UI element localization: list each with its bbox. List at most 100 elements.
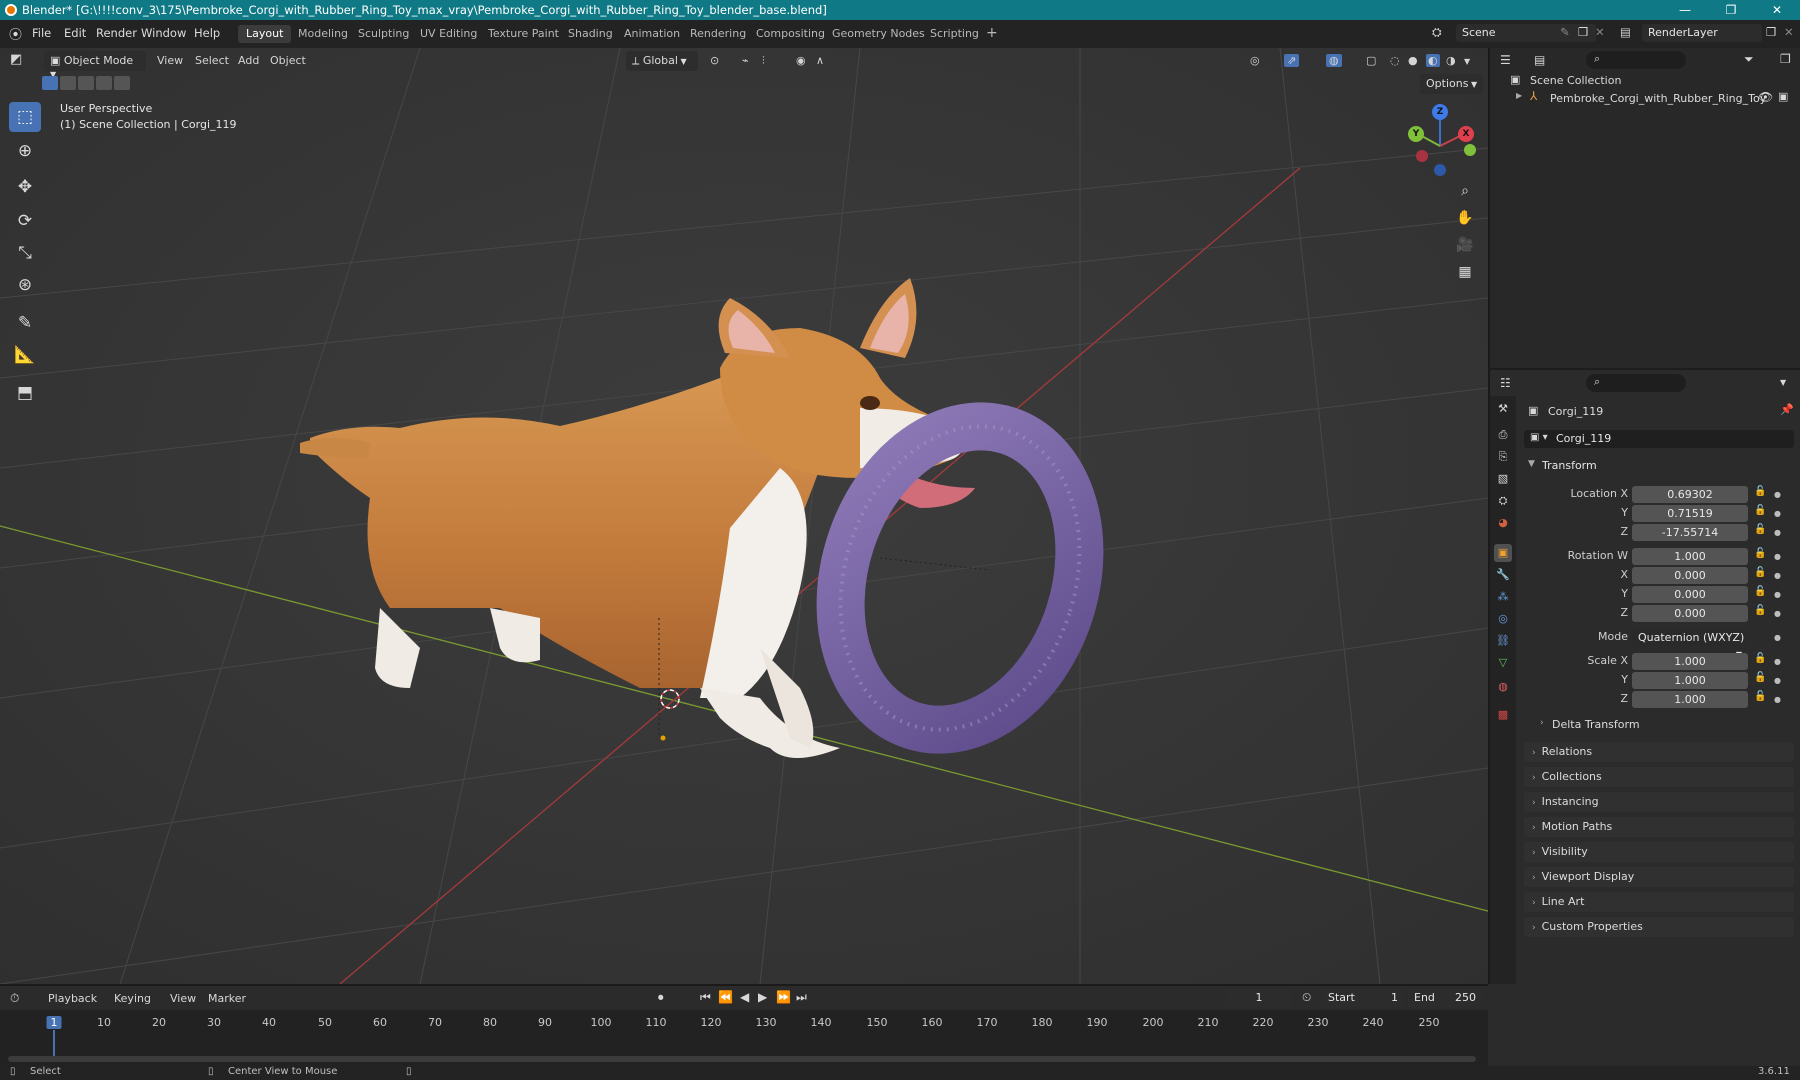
render-layer-selector[interactable]: RenderLayer — [1642, 24, 1762, 42]
new-scene-icon[interactable]: ❐ — [1578, 25, 1588, 39]
menu-add[interactable]: Add — [238, 54, 259, 67]
cursor-tool[interactable]: ⊕ — [9, 136, 41, 166]
texture-tab-icon[interactable]: ▩ — [1494, 706, 1512, 724]
move-tool[interactable]: ✥ — [9, 172, 41, 202]
rotation-x-field[interactable]: 0.000 — [1632, 567, 1748, 584]
custom-properties-panel-header[interactable]: › Custom Properties — [1524, 917, 1794, 937]
add-cube-tool[interactable]: ⬒ — [9, 378, 41, 408]
location-y-field[interactable]: 0.71519 — [1632, 505, 1748, 522]
collections-panel-header[interactable]: › Collections — [1524, 767, 1794, 787]
keyframe-dot-icon[interactable]: ● — [1774, 571, 1781, 580]
location-x-field[interactable]: 0.69302 — [1632, 486, 1748, 503]
tab-sculpting[interactable]: Sculpting — [350, 25, 417, 43]
menu-select[interactable]: Select — [195, 54, 229, 67]
maximize-button[interactable]: ❐ — [1708, 0, 1754, 20]
camera-view-icon[interactable]: 🎥 — [1452, 232, 1478, 258]
keyframe-dot-icon[interactable]: ● — [1774, 528, 1781, 537]
timeline-scrollbar[interactable] — [8, 1056, 1476, 1062]
material-shading-icon[interactable]: ◐ — [1426, 54, 1440, 67]
select-box-tool[interactable]: ⬚ — [9, 102, 41, 132]
outliner-object-label[interactable]: Pembroke_Corgi_with_Rubber_Ring_Toy — [1550, 92, 1766, 105]
menu-object[interactable]: Object — [270, 54, 306, 67]
instancing-panel-header[interactable]: › Instancing — [1524, 792, 1794, 812]
camera-render-icon[interactable]: ▣ — [1778, 90, 1788, 103]
tab-texture-paint[interactable]: Texture Paint — [480, 25, 567, 43]
expand-arrow-icon[interactable]: ▶ — [1516, 91, 1522, 100]
gizmo-neg-y[interactable] — [1464, 144, 1476, 156]
lock-icon[interactable]: 🔓 — [1754, 486, 1766, 497]
blender-menu-icon[interactable]: ⦿ — [9, 24, 22, 43]
pivot-icon[interactable]: ⊙ — [710, 54, 719, 67]
options-button[interactable]: Options ▼ — [1420, 74, 1484, 94]
gizmo-x[interactable]: X — [1458, 126, 1474, 142]
menu-file[interactable]: File — [32, 26, 51, 40]
properties-editor-icon[interactable]: ☷ — [1500, 376, 1511, 390]
lock-icon[interactable]: 🔓 — [1754, 505, 1766, 516]
outliner-search-input[interactable]: ⌕ — [1586, 51, 1686, 69]
tab-shading[interactable]: Shading — [560, 25, 621, 43]
rotation-w-field[interactable]: 1.000 — [1632, 548, 1748, 565]
perspective-toggle-icon[interactable]: ▦ — [1452, 259, 1478, 285]
lock-icon[interactable]: 🔓 — [1754, 605, 1766, 616]
menu-view[interactable]: View — [157, 54, 183, 67]
rotation-mode-dropdown[interactable]: Quaternion (WXYZ)▼ — [1632, 629, 1748, 659]
rotation-y-field[interactable]: 0.000 — [1632, 586, 1748, 603]
viewport-display-panel-header[interactable]: › Viewport Display — [1524, 867, 1794, 887]
transform-orientation[interactable]: ⟂ Global ▼ — [626, 51, 698, 71]
menu-help[interactable]: Help — [194, 26, 220, 40]
chevron-down-icon[interactable]: ▼ — [1780, 378, 1786, 387]
output-tab-icon[interactable]: ⎘ — [1494, 448, 1512, 466]
close-button[interactable]: ✕ — [1754, 0, 1800, 20]
keyframe-dot-icon[interactable]: ● — [1774, 676, 1781, 685]
lock-icon[interactable]: 🔓 — [1754, 586, 1766, 597]
select-subtract-icon[interactable] — [78, 76, 94, 90]
eye-icon[interactable]: 👁 — [1758, 90, 1773, 104]
timeline-tick[interactable]: 1 — [46, 1016, 62, 1029]
motion-paths-panel-header[interactable]: › Motion Paths — [1524, 817, 1794, 837]
menu-window[interactable]: Window — [141, 26, 186, 40]
3d-viewport[interactable]: ◩ ▣ Object Mode ▼ View Select Add Object… — [0, 48, 1488, 984]
xray-icon[interactable]: ▢ — [1366, 54, 1376, 67]
snap-icon[interactable]: ⌁ — [742, 54, 749, 67]
viewport-scene[interactable] — [0, 48, 1488, 984]
lock-icon[interactable]: 🔓 — [1754, 672, 1766, 683]
pin-icon[interactable]: 📌 — [1780, 403, 1794, 416]
delete-scene-icon[interactable]: ✕ — [1595, 25, 1605, 39]
modifier-tab-icon[interactable]: 🔧 — [1494, 566, 1512, 584]
lock-icon[interactable]: 🔓 — [1754, 653, 1766, 664]
transform-panel-header[interactable]: ▼ Transform — [1524, 456, 1794, 476]
gizmo-neg-z[interactable] — [1434, 164, 1446, 176]
navigation-gizmo[interactable]: Z X Y — [1400, 100, 1480, 180]
lock-icon[interactable]: 🔓 — [1754, 691, 1766, 702]
keyframe-dot-icon[interactable]: ● — [1774, 609, 1781, 618]
annotate-tool[interactable]: ✎ — [9, 308, 41, 338]
tab-animation[interactable]: Animation — [616, 25, 688, 43]
data-tab-icon[interactable]: ▽ — [1494, 654, 1512, 672]
visibility-icon[interactable]: ◎ — [1250, 54, 1260, 67]
shading-options-icon[interactable]: ▼ — [1464, 57, 1470, 66]
scene-collection-label[interactable]: Scene Collection — [1530, 74, 1621, 87]
tab-layout[interactable]: Layout — [238, 25, 292, 43]
mode-selector[interactable]: ▣ Object Mode ▼ — [44, 51, 146, 79]
rendered-shading-icon[interactable]: ◑ — [1446, 54, 1456, 67]
scale-x-field[interactable]: 1.000 — [1632, 653, 1748, 670]
gizmo-neg-x[interactable] — [1416, 150, 1428, 162]
lock-icon[interactable]: 🔓 — [1754, 524, 1766, 535]
tab-rendering[interactable]: Rendering — [682, 25, 754, 43]
world-tab-icon[interactable]: ◕ — [1494, 514, 1512, 532]
keyframe-dot-icon[interactable]: ● — [1774, 490, 1781, 499]
keyframe-dot-icon[interactable]: ● — [1774, 590, 1781, 599]
scene-tab-icon[interactable]: ⛭ — [1494, 492, 1512, 510]
menu-edit[interactable]: Edit — [64, 26, 86, 40]
line-art-panel-header[interactable]: › Line Art — [1524, 892, 1794, 912]
object-tab-icon[interactable]: ▣ — [1494, 544, 1512, 562]
delete-layer-icon[interactable]: ✕ — [1784, 25, 1794, 39]
visibility-panel-header[interactable]: › Visibility — [1524, 842, 1794, 862]
solid-shading-icon[interactable]: ● — [1408, 54, 1418, 67]
add-workspace-button[interactable]: + — [980, 25, 1004, 43]
keyframe-dot-icon[interactable]: ● — [1774, 695, 1781, 704]
physics-tab-icon[interactable]: ◎ — [1494, 610, 1512, 628]
gizmo-z[interactable]: Z — [1432, 104, 1448, 120]
scale-tool[interactable]: ⤡ — [9, 238, 41, 268]
render-layer-icon[interactable]: ▤ — [1620, 25, 1631, 39]
